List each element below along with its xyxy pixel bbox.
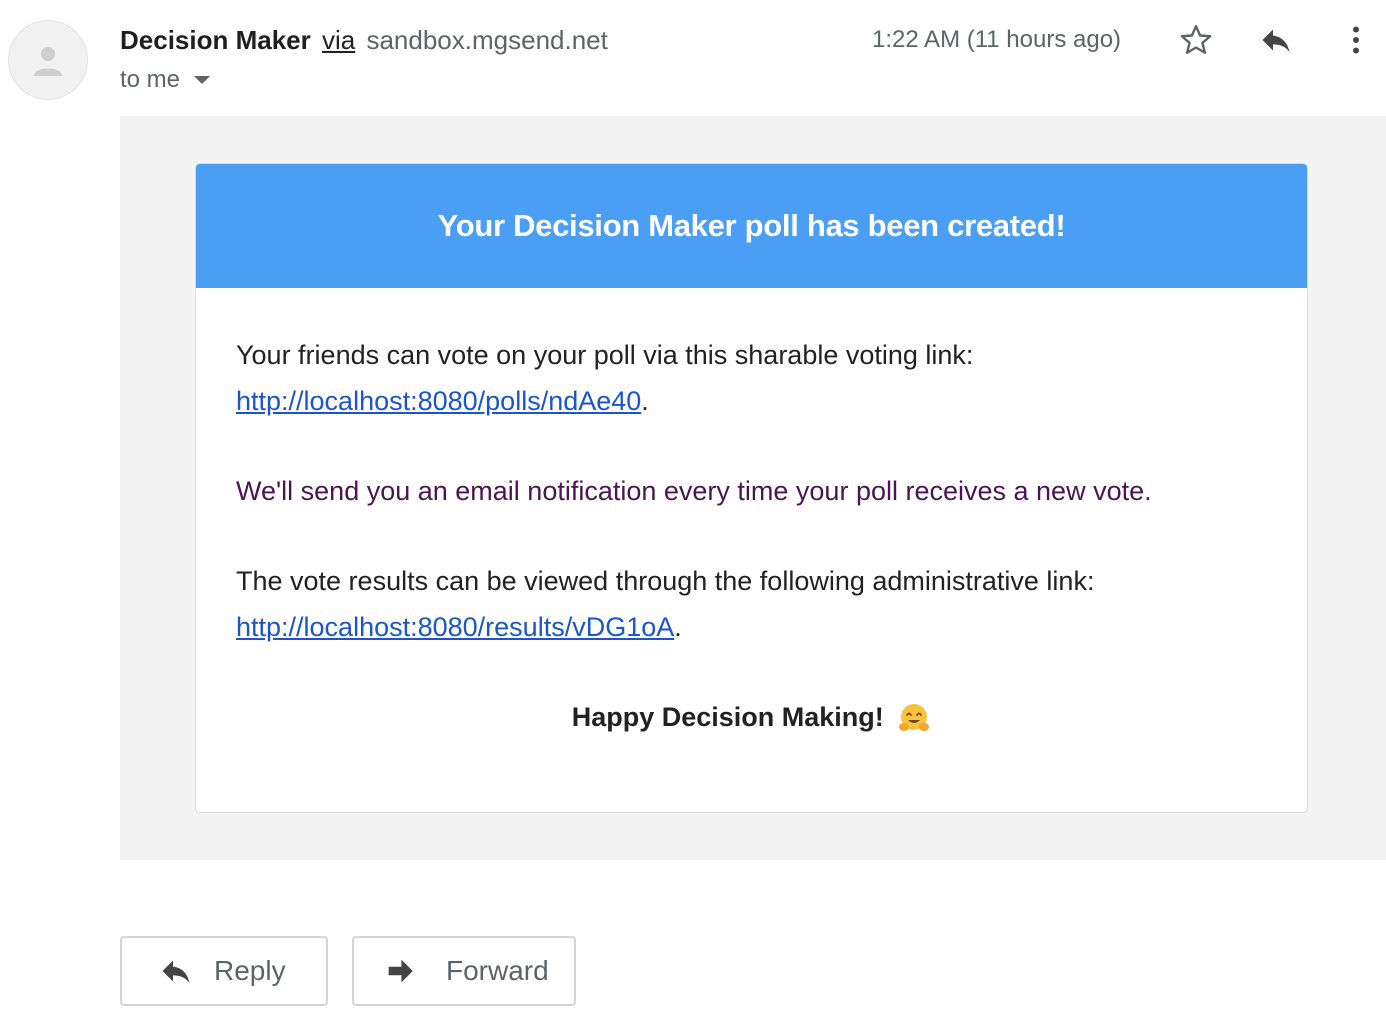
card-header: Your Decision Maker poll has been create… <box>196 164 1307 288</box>
hugging-face-emoji <box>899 703 930 731</box>
reply-action-button[interactable]: Reply <box>120 936 328 1006</box>
card-title: Your Decision Maker poll has been create… <box>437 208 1066 243</box>
person-icon <box>34 47 62 76</box>
email-body-area: Your Decision Maker poll has been create… <box>120 116 1386 860</box>
poll-card: Your Decision Maker poll has been create… <box>195 163 1308 813</box>
vote-link[interactable]: http://localhost:8080/polls/ndAe40 <box>236 386 641 416</box>
sender-avatar[interactable] <box>8 20 88 100</box>
forward-icon <box>380 951 420 991</box>
star-button[interactable] <box>1176 20 1216 60</box>
more-vert-icon <box>1353 26 1359 54</box>
more-options-button[interactable] <box>1336 20 1376 60</box>
recipient-label: to me <box>120 66 181 93</box>
results-text: The vote results can be viewed through t… <box>236 566 1095 596</box>
forward-action-button[interactable]: Forward <box>352 936 576 1006</box>
star-icon <box>1180 25 1212 54</box>
reply-label: Reply <box>214 955 286 986</box>
chevron-down-icon[interactable] <box>194 76 211 84</box>
vote-link-period: . <box>641 386 649 416</box>
recipient-line[interactable]: to me <box>120 64 211 96</box>
results-link-period: . <box>674 612 682 642</box>
results-link[interactable]: http://localhost:8080/results/vDG1oA <box>236 612 674 642</box>
sender-line: Decision Maker via sandbox.mgsend.net <box>120 24 608 56</box>
via-link[interactable]: via <box>322 25 355 55</box>
results-paragraph: The vote results can be viewed through t… <box>236 558 1267 650</box>
sender-name[interactable]: Decision Maker <box>120 25 311 55</box>
reply-icon <box>1262 29 1290 52</box>
reply-button[interactable] <box>1256 20 1296 60</box>
reply-icon <box>156 951 196 991</box>
card-body: Your friends can vote on your poll via t… <box>196 288 1307 740</box>
signoff-line: Happy Decision Making! <box>236 694 1267 740</box>
notification-paragraph: We'll send you an email notification eve… <box>236 476 1152 506</box>
message-timestamp: 1:22 AM (11 hours ago) <box>872 26 1122 53</box>
forward-label: Forward <box>446 955 549 986</box>
sender-domain: sandbox.mgsend.net <box>366 25 608 55</box>
vote-text: Your friends can vote on your poll via t… <box>236 340 974 370</box>
signoff-text: Happy Decision Making! <box>571 702 884 732</box>
vote-paragraph: Your friends can vote on your poll via t… <box>236 332 1267 424</box>
